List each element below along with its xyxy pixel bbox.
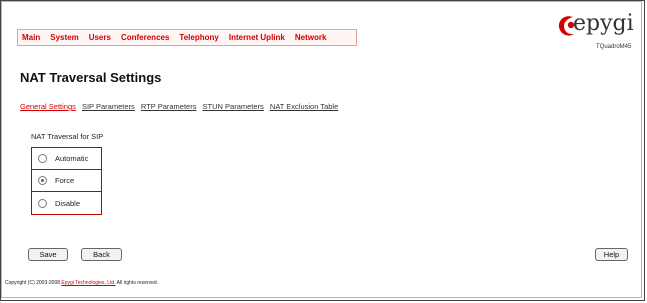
- tab-sip-parameters[interactable]: SIP Parameters: [82, 102, 135, 111]
- epygi-logo: epygi TQuadroM45: [557, 11, 634, 53]
- page-title: NAT Traversal Settings: [20, 70, 162, 85]
- menu-item-network[interactable]: Network: [295, 33, 327, 42]
- option-row-automatic: Automatic: [32, 148, 101, 170]
- radio-label-force: Force: [55, 176, 75, 185]
- radio-label-automatic: Automatic: [55, 154, 89, 163]
- nat-sip-options: Automatic Force Disable: [31, 147, 102, 215]
- logo-wordmark: epygi: [573, 11, 634, 36]
- company-link[interactable]: Epygi Technologies, Ltd.: [61, 280, 115, 286]
- radio-automatic[interactable]: [38, 154, 47, 163]
- menu-item-internet-uplink[interactable]: Internet Uplink: [229, 33, 285, 42]
- help-button[interactable]: Help: [595, 248, 628, 261]
- back-button[interactable]: Back: [81, 248, 122, 261]
- menu-item-main[interactable]: Main: [22, 33, 40, 42]
- tab-general-settings[interactable]: General Settings: [20, 102, 76, 111]
- save-button[interactable]: Save: [28, 248, 68, 261]
- copyright-footer: Copyright (C) 2003-2008 Epygi Technologi…: [5, 280, 158, 286]
- tab-stun-parameters[interactable]: STUN Parameters: [203, 102, 264, 111]
- radio-force[interactable]: [38, 176, 47, 185]
- menu-item-users[interactable]: Users: [89, 33, 111, 42]
- copyright-suffix: All rights reserved.: [115, 280, 159, 286]
- nat-sip-label: NAT Traversal for SIP: [31, 132, 104, 141]
- radio-label-disable: Disable: [55, 198, 81, 208]
- settings-tabs: General Settings SIP Parameters RTP Para…: [20, 102, 342, 111]
- tab-rtp-parameters[interactable]: RTP Parameters: [141, 102, 197, 111]
- menu-item-conferences[interactable]: Conferences: [121, 33, 169, 42]
- copyright-prefix: Copyright (C) 2003-2008: [5, 280, 62, 286]
- tab-nat-exclusion-table[interactable]: NAT Exclusion Table: [270, 102, 338, 111]
- main-menu-bar: Main System Users Conferences Telephony …: [17, 29, 357, 46]
- device-model: TQuadroM45: [596, 44, 632, 50]
- option-row-force: Force: [32, 170, 101, 192]
- menu-item-telephony[interactable]: Telephony: [179, 33, 218, 42]
- option-row-disable: Disable: [32, 192, 101, 214]
- menu-item-system[interactable]: System: [50, 33, 78, 42]
- radio-disable[interactable]: [38, 198, 47, 208]
